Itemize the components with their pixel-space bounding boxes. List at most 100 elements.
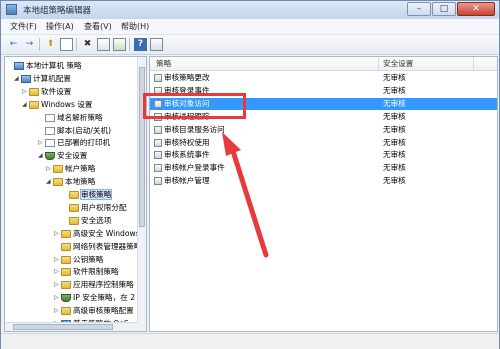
tree-horizontal-scrollbar[interactable] [5,322,138,331]
delete-icon[interactable]: ✖ [81,38,94,51]
policy-name: 审核特权使用 [164,137,210,147]
policy-name: 审核帐户管理 [164,176,210,186]
view-icon[interactable] [150,38,163,51]
expand-icon[interactable]: ▷ [54,278,61,291]
column-header-policy[interactable]: 策略 [156,58,171,69]
tree-item-label: Windows 设置 [41,99,93,109]
policy-setting: 无审核 [383,137,406,147]
window-title: 本地组策略编辑器 [23,6,92,16]
help-icon[interactable]: ? [134,38,147,51]
expand-icon[interactable]: ▷ [54,265,61,278]
tree-item[interactable]: 安全选项 [62,214,111,227]
menu-help[interactable]: 帮助(H) [121,21,149,32]
tree-item[interactable]: 本地计算机 策略 [7,59,82,72]
tree-item[interactable]: 网络列表管理器策略 [54,240,141,253]
policy-setting: 无审核 [383,124,406,134]
tree-item[interactable]: ◢ Windows 设置 [22,98,93,111]
expand-icon[interactable]: ▷ [54,253,61,266]
table-row[interactable]: 审核系统事件 无审核 [150,149,497,161]
expand-icon[interactable]: ▷ [38,136,45,149]
folder-icon [53,178,63,187]
tree-item[interactable]: ▷ 已部署的打印机 [38,136,110,149]
watermark: Bai 经验 [405,302,473,320]
tree-item-label: 安全选项 [81,215,112,225]
tree-item[interactable]: ◢ 安全设置 [38,149,87,162]
up-folder-icon[interactable]: ⬆ [44,38,57,51]
tree-item[interactable]: ▷ 软件限制策略 [54,265,119,278]
menu-action[interactable]: 操作(A) [46,21,74,32]
tree-item-label: 本地策略 [65,177,96,187]
expand-icon[interactable]: ▷ [22,85,29,98]
export-list-icon[interactable] [113,38,126,51]
tree-item[interactable]: 用户权限分配 [62,201,127,214]
collapse-icon[interactable]: ◢ [22,98,29,111]
policy-item-icon [154,112,162,121]
title-bar[interactable]: 本地组策略编辑器 – □ ✕ [1,1,499,20]
tree-item-label: 软件限制策略 [73,267,119,277]
minimize-button[interactable]: – [407,2,431,16]
app-icon [6,4,17,15]
table-row[interactable]: 审核特权使用 无审核 [150,137,497,149]
status-bar [1,333,499,349]
expand-icon[interactable]: ▷ [54,304,61,317]
tree-item-label: 安全设置 [57,151,88,161]
folder-icon [61,281,71,290]
table-row[interactable]: 审核目录服务访问 无审核 [150,124,497,136]
column-header-setting[interactable]: 安全设置 [383,58,413,69]
tree-item[interactable]: ▷ 高级审核策略配置 [54,304,134,317]
tree-item[interactable]: ▷ 应用程序控制策略 [54,278,134,291]
policy-item-icon [154,86,162,95]
tree-item-label: 高级审核策略配置 [73,306,134,316]
tree-item[interactable]: 审核策略 [62,188,113,201]
menu-file[interactable]: 文件(F) [10,21,37,32]
table-row[interactable]: 审核策略更改 无审核 [150,72,497,84]
computer-icon [21,74,31,83]
expand-icon[interactable]: ▷ [54,227,61,240]
policy-list-pane: 策略 安全设置 审核策略更改 无审核 审核登录事件 无审核 审核对象访问 无审核 审核进程跟… [149,56,498,332]
policy-item-icon [154,138,162,147]
tree-item-label: 本地计算机 策略 [26,61,82,70]
tree-item[interactable]: 脚本(启动/关机) [38,124,111,137]
scrollbar-thumb[interactable] [139,67,145,227]
tree-item[interactable]: ▷ IP 安全策略，在 2 [54,291,135,304]
policy-name: 审核登录事件 [164,85,210,95]
policy-item-icon [154,151,162,160]
maximize-button[interactable]: □ [432,2,456,16]
tree-item[interactable]: ▷ 高级安全 Windows [54,227,140,240]
table-row[interactable]: 审核对象访问 无审核 [150,97,497,110]
folder-icon [61,307,71,316]
collapse-icon[interactable]: ◢ [14,72,21,85]
show-hide-tree-icon[interactable] [60,38,73,51]
tree-item-label: 网络列表管理器策略 [73,241,142,251]
properties-icon[interactable] [97,38,110,51]
tree-item[interactable]: ◢ 计算机配置 [14,72,71,85]
collapse-icon[interactable]: ◢ [38,149,45,162]
table-row[interactable]: 审核帐户管理 无审核 [150,175,497,187]
tree-item[interactable]: ▷ 公钥策略 [54,253,103,266]
policy-setting: 无审核 [383,150,406,160]
tree-item[interactable]: ▷ 软件设置 [22,85,71,98]
scrollbar-thumb[interactable] [13,324,113,330]
table-row[interactable]: 审核进程跟踪 无审核 [150,111,497,123]
tree-vertical-scrollbar[interactable] [137,57,146,331]
collapse-icon[interactable]: ◢ [46,175,53,188]
tree-item-label: 软件设置 [41,86,72,96]
tree-item[interactable]: ◢ 本地策略 [46,175,95,188]
tree-item[interactable]: ▷ 帐户策略 [46,162,95,175]
close-button[interactable]: ✕ [457,2,495,16]
gpedit-window: 本地组策略编辑器 – □ ✕ 文件(F) 操作(A) 查看(V) 帮助(H) ←… [0,0,500,349]
folder-icon [61,242,71,251]
tree-item[interactable]: 域名解析策略 [38,111,103,124]
table-row[interactable]: 审核登录事件 无审核 [150,85,497,97]
tree-pane[interactable]: 本地计算机 策略 ◢ 计算机配置 ▷ 软件设置 ◢ Windows 设置 域名解析策略 脚本(启… [4,56,147,332]
forward-arrow-icon[interactable]: → [23,38,36,51]
policy-setting: 无审核 [383,111,406,121]
policy-name: 审核目录服务访问 [164,124,225,134]
menu-view[interactable]: 查看(V) [84,21,112,32]
back-arrow-icon[interactable]: ← [7,38,20,51]
expand-icon[interactable]: ▷ [54,291,61,304]
menu-bar: 文件(F) 操作(A) 查看(V) 帮助(H) [1,19,499,35]
table-row[interactable]: 审核帐户登录事件 无审核 [150,162,497,174]
folder-icon [69,216,79,225]
expand-icon[interactable]: ▷ [46,162,53,175]
